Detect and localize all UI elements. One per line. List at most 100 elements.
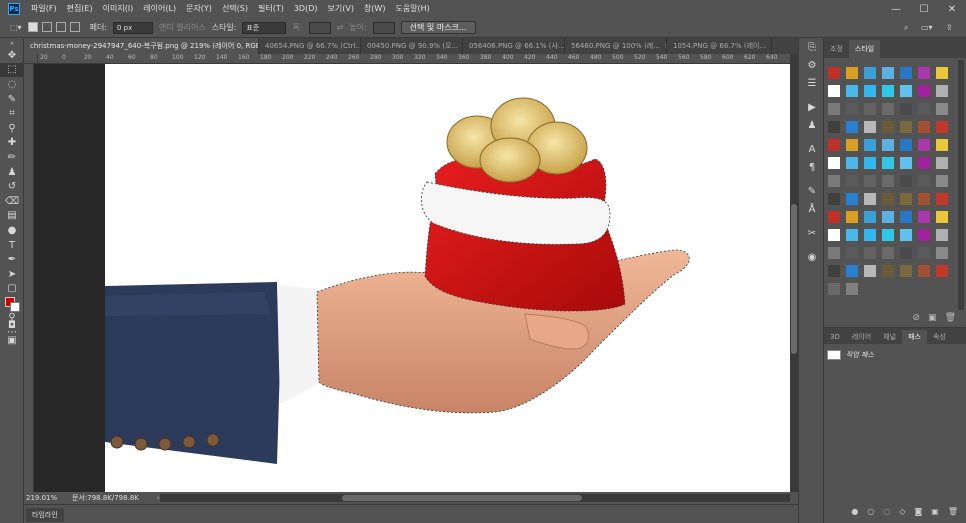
clear-style-icon[interactable]: ⊘: [913, 313, 921, 323]
menu-layer[interactable]: 레이어(L): [138, 0, 181, 18]
dodge-tool-icon[interactable]: ●: [0, 223, 24, 238]
style-swatch[interactable]: [864, 229, 876, 241]
history-icon[interactable]: ⎘: [799, 38, 825, 56]
quick-selection-tool-icon[interactable]: ✎: [0, 92, 24, 107]
style-swatch[interactable]: [882, 175, 894, 187]
tab-adjustments[interactable]: 조정: [824, 40, 849, 58]
style-swatch[interactable]: [900, 85, 912, 97]
style-swatch[interactable]: [882, 265, 894, 277]
workspace-icon[interactable]: ▭▾: [921, 23, 933, 32]
style-swatch[interactable]: [900, 211, 912, 223]
style-swatch[interactable]: [846, 67, 858, 79]
style-swatch[interactable]: [846, 139, 858, 151]
style-swatch[interactable]: [882, 85, 894, 97]
tab-close-icon[interactable]: ×: [770, 42, 771, 50]
tab-christmas-money[interactable]: christmas-money-2947947_640-복구됨.png @ 21…: [24, 38, 259, 54]
panel-collapse-icon[interactable]: »: [0, 38, 24, 48]
style-swatch[interactable]: [882, 229, 894, 241]
tab-channels[interactable]: 채널: [877, 330, 902, 344]
style-swatch[interactable]: [900, 121, 912, 133]
tab-056406[interactable]: 056406.PNG @ 66.1% (사...×: [463, 38, 565, 54]
menu-file[interactable]: 파일(F): [26, 0, 62, 18]
style-swatch[interactable]: [936, 211, 948, 223]
style-swatch[interactable]: [828, 121, 840, 133]
style-swatch[interactable]: [846, 211, 858, 223]
pen-tool-icon[interactable]: ✒: [0, 252, 24, 267]
width-input[interactable]: [308, 21, 331, 34]
character-icon[interactable]: A: [799, 140, 825, 158]
tab-layers[interactable]: 레이어: [846, 330, 877, 344]
menu-filter[interactable]: 필터(T): [253, 0, 289, 18]
tab-paths[interactable]: 패스: [902, 330, 927, 344]
style-swatch[interactable]: [828, 229, 840, 241]
tab-1054[interactable]: 1054.PNG @ 66.7% (레이...×: [667, 38, 772, 54]
style-swatch[interactable]: [846, 283, 858, 295]
menu-select[interactable]: 선택(S): [217, 0, 253, 18]
style-swatch[interactable]: [900, 139, 912, 151]
style-swatch[interactable]: [846, 85, 858, 97]
style-swatch[interactable]: [882, 247, 894, 259]
style-swatch[interactable]: [864, 193, 876, 205]
properties-icon[interactable]: ⚙: [799, 56, 825, 74]
share-icon[interactable]: ⇪: [946, 23, 953, 32]
eyedropper-tool-icon[interactable]: ⚲: [0, 121, 24, 136]
search-icon[interactable]: ⌕: [904, 23, 908, 33]
style-swatch[interactable]: [936, 103, 948, 115]
style-swatch[interactable]: [864, 121, 876, 133]
brush-settings-icon[interactable]: ✎: [799, 182, 825, 200]
style-swatch[interactable]: [936, 85, 948, 97]
background-color-swatch[interactable]: [10, 302, 20, 312]
style-swatch[interactable]: [936, 247, 948, 259]
swap-icon[interactable]: ⇄: [337, 23, 344, 32]
style-swatch[interactable]: [828, 283, 840, 295]
style-swatch[interactable]: [864, 85, 876, 97]
style-swatch[interactable]: [936, 139, 948, 151]
menu-image[interactable]: 이미지(I): [98, 0, 139, 18]
style-swatch[interactable]: [936, 229, 948, 241]
style-swatch[interactable]: [882, 139, 894, 151]
minimize-button[interactable]: —: [882, 0, 910, 18]
menu-view[interactable]: 보기(V): [323, 0, 359, 18]
new-style-icon[interactable]: ▣: [928, 313, 937, 323]
style-swatch[interactable]: [900, 103, 912, 115]
style-swatch[interactable]: [828, 265, 840, 277]
path-selection-tool-icon[interactable]: ➤: [0, 267, 24, 282]
style-swatch[interactable]: [846, 103, 858, 115]
style-swatch[interactable]: [900, 175, 912, 187]
history-brush-tool-icon[interactable]: ↺: [0, 179, 24, 194]
paragraph-icon[interactable]: ¶: [799, 158, 825, 176]
eraser-tool-icon[interactable]: ⌫: [0, 194, 24, 209]
style-swatch[interactable]: [828, 139, 840, 151]
style-swatch[interactable]: [882, 67, 894, 79]
style-swatch[interactable]: [846, 121, 858, 133]
style-swatch[interactable]: [918, 193, 930, 205]
style-swatch[interactable]: [918, 157, 930, 169]
tab-00450[interactable]: 00450.PNG @ 90.9% (오...×: [361, 38, 463, 54]
style-swatch[interactable]: [846, 175, 858, 187]
document-size[interactable]: 문서:798.8K/798.8K: [72, 493, 139, 503]
ruler-corner[interactable]: [24, 54, 38, 64]
clone-stamp-tool-icon[interactable]: ♟: [0, 165, 24, 180]
gradient-tool-icon[interactable]: ▤: [0, 209, 24, 224]
horizontal-scrollbar-thumb[interactable]: [342, 495, 582, 501]
selection-mode-icons[interactable]: [27, 21, 84, 34]
healing-brush-tool-icon[interactable]: ✚: [0, 136, 24, 151]
style-swatch[interactable]: [900, 193, 912, 205]
style-swatch[interactable]: [828, 193, 840, 205]
style-swatch[interactable]: [936, 121, 948, 133]
add-mask-icon[interactable]: ◙: [915, 507, 923, 519]
menu-edit[interactable]: 편집(E): [62, 0, 98, 18]
document-canvas[interactable]: [105, 64, 790, 492]
style-swatch[interactable]: [828, 211, 840, 223]
height-input[interactable]: [372, 21, 395, 34]
style-swatch[interactable]: [900, 247, 912, 259]
fill-path-icon[interactable]: ●: [851, 507, 858, 519]
style-swatch[interactable]: [918, 67, 930, 79]
style-swatch[interactable]: [918, 103, 930, 115]
menu-help[interactable]: 도움말(H): [390, 0, 434, 18]
style-swatch[interactable]: [918, 139, 930, 151]
delete-path-icon[interactable]: 🗑: [948, 507, 958, 519]
rectangular-marquee-tool-icon[interactable]: ⬚: [0, 62, 24, 78]
style-swatch[interactable]: [828, 175, 840, 187]
type-tool-icon[interactable]: T: [0, 238, 24, 253]
